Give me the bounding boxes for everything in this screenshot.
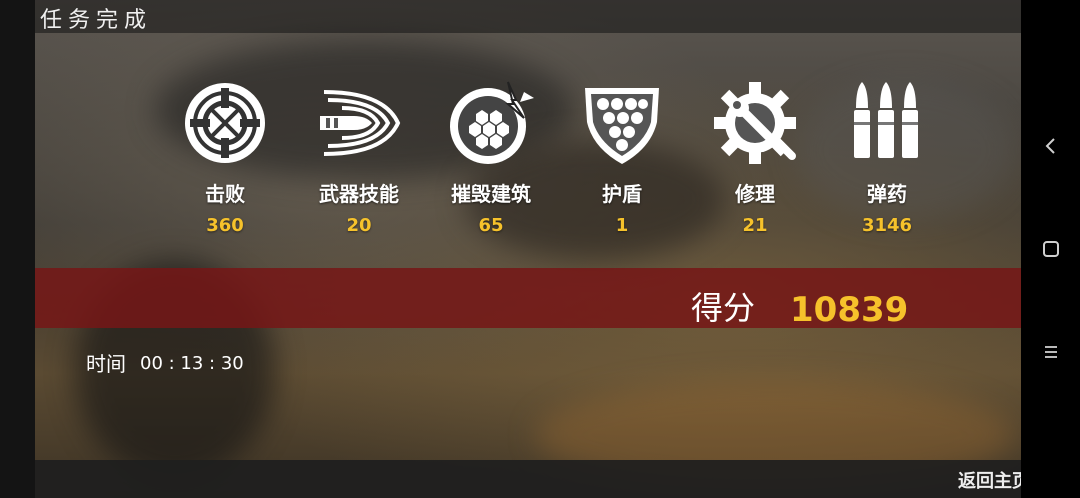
stat-shield: 护盾 1	[557, 78, 687, 236]
game-background	[35, 0, 1021, 498]
stat-value: 65	[478, 215, 504, 236]
score-value: 10839	[790, 290, 909, 330]
stat-value: 3146	[861, 215, 913, 236]
repair-gear-icon	[714, 82, 796, 164]
title-bar	[35, 0, 1021, 33]
ammo-icon	[854, 82, 918, 158]
stat-buildings-destroyed: 摧毁建筑 65	[426, 78, 556, 236]
stat-label: 护盾	[602, 182, 642, 206]
menu-icon	[1044, 346, 1057, 358]
stat-value: 1	[615, 215, 629, 236]
nav-back-button[interactable]	[1021, 126, 1080, 166]
mission-complete-title: 任务完成	[40, 8, 153, 33]
stat-label: 击败	[205, 182, 245, 206]
nav-home-button[interactable]	[1021, 229, 1080, 269]
weapon-skill-icon	[320, 90, 401, 156]
stat-value: 20	[346, 215, 372, 236]
return-home-button[interactable]: 返回主页	[958, 467, 1030, 493]
bottom-bar	[35, 460, 1021, 498]
stat-kills: 击败 360	[160, 78, 290, 236]
stat-repair: 修理 21	[690, 78, 820, 236]
stat-label: 弹药	[867, 182, 907, 206]
time-label: 时间	[86, 352, 126, 376]
destroyed-building-icon	[450, 81, 534, 164]
stat-ammo: 弹药 3146	[822, 78, 952, 236]
screen-left-edge	[0, 0, 35, 498]
crosshair-icon	[185, 83, 265, 163]
score-label: 得分	[691, 289, 756, 327]
nav-menu-button[interactable]	[1021, 332, 1080, 372]
square-icon	[1042, 241, 1059, 257]
shield-icon	[585, 88, 659, 164]
stat-label: 摧毁建筑	[451, 182, 531, 206]
stat-label: 武器技能	[319, 182, 399, 206]
stat-label: 修理	[735, 182, 775, 206]
stat-weapon-skill: 武器技能 20	[294, 78, 424, 236]
stat-value: 21	[742, 215, 768, 236]
chevron-left-icon	[1045, 138, 1055, 154]
time-value: 00 : 13 : 30	[140, 353, 244, 374]
stat-value: 360	[206, 215, 244, 236]
